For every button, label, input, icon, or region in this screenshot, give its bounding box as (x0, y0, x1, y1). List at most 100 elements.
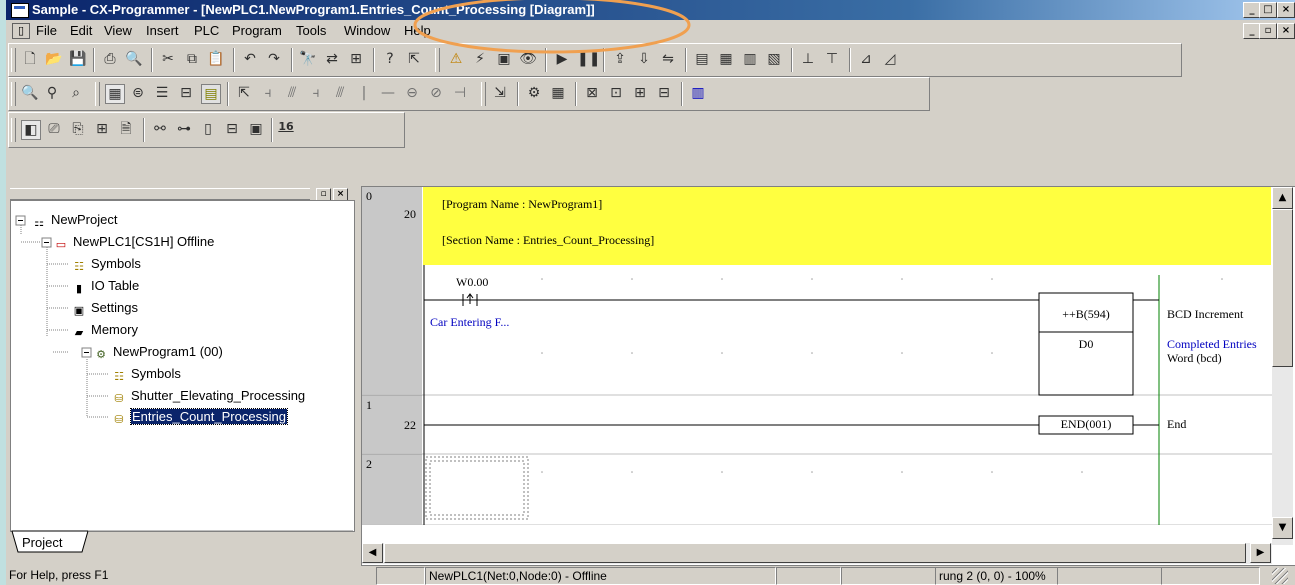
cancel-online-edit-icon[interactable]: ⊡ (607, 84, 625, 102)
paste-icon[interactable]: 📋 (207, 50, 225, 68)
local-symbols-icon[interactable]: ▯ (199, 120, 217, 138)
online-icon[interactable]: ⚡ (471, 50, 489, 68)
redo-icon[interactable]: ↷ (265, 50, 283, 68)
grid-icon[interactable]: ▦ (105, 84, 125, 104)
save-icon[interactable]: 💾 (69, 50, 87, 68)
tree-item-program[interactable]: ⚙ NewProgram1 (00) (93, 344, 223, 362)
nc-coil-icon[interactable]: ⊘ (427, 84, 445, 102)
nc-contact-or-icon[interactable]: ⫻ (331, 84, 349, 102)
tree-item-settings[interactable]: ▣ Settings (71, 300, 138, 318)
tree-item-memory[interactable]: ▰ Memory (71, 322, 138, 340)
maximize-button[interactable]: □ (1259, 2, 1277, 18)
child-restore-button[interactable]: ▫ (1259, 23, 1277, 39)
output-window-icon[interactable]: ⎚ (45, 120, 63, 138)
instruction-icon[interactable]: ⊣ (451, 84, 469, 102)
online-edit-rung-icon[interactable]: ⊟ (655, 84, 673, 102)
address-reference-icon[interactable]: ⊞ (93, 120, 111, 138)
toolbar-grip[interactable] (11, 118, 16, 142)
instruction-mnemonic[interactable]: ++B(594) (1042, 307, 1130, 322)
force-off-icon[interactable]: ⊤ (823, 50, 841, 68)
open-folder-icon[interactable]: 📂 (45, 50, 63, 68)
online-edit-icon[interactable]: ⊠ (583, 84, 601, 102)
menu-insert[interactable]: Insert (146, 23, 179, 38)
horizontal-line-icon[interactable]: — (379, 84, 397, 102)
force-on-icon[interactable]: ⊥ (799, 50, 817, 68)
tree-item-section-entries[interactable]: ⛁ Entries_Count_Processing (111, 408, 288, 427)
tree-item-plc[interactable]: ▭ NewPLC1[CS1H] Offline (53, 234, 215, 252)
instruction-operand[interactable]: D0 (1042, 337, 1130, 352)
end-instruction[interactable]: END(001) (1042, 417, 1130, 432)
app-icon[interactable] (11, 3, 29, 18)
document-icon[interactable]: ▯ (12, 23, 30, 39)
column-view-icon[interactable]: ▥ (689, 84, 707, 102)
project-workspace-icon[interactable]: ◧ (21, 120, 41, 140)
menu-tools[interactable]: Tools (296, 23, 326, 38)
watch-window-icon[interactable]: ⎘ (69, 120, 87, 138)
toolbar-grip[interactable] (11, 82, 16, 106)
help-icon[interactable]: ? (381, 50, 399, 68)
no-contact-icon[interactable]: ⫞ (259, 84, 277, 102)
replace-icon[interactable]: ⇄ (323, 50, 341, 68)
print-preview-icon[interactable]: 🔍 (125, 50, 143, 68)
scroll-down-icon[interactable]: ▼ (1272, 517, 1293, 539)
copy-icon[interactable]: ⧉ (183, 50, 201, 68)
toolbar-grip[interactable] (435, 48, 440, 72)
stop-mode-icon[interactable]: ❚❚ (577, 50, 600, 68)
scroll-right-icon[interactable]: ▶ (1250, 543, 1271, 563)
vertical-line-icon[interactable]: | (355, 84, 373, 102)
compile-all-icon[interactable]: ▦ (549, 84, 567, 102)
toolbar-grip[interactable] (481, 82, 486, 106)
context-help-icon[interactable]: ⇱ (405, 50, 423, 68)
monitor-icon[interactable]: ▣ (495, 50, 513, 68)
program-check-icon[interactable]: ⇲ (491, 84, 509, 102)
select-mode-icon[interactable]: ⇱ (235, 84, 253, 102)
io-monitor-icon[interactable]: ▧ (765, 50, 783, 68)
differential-monitor-icon[interactable]: 👁 (519, 50, 537, 68)
cross-reference-icon[interactable]: ⊞ (347, 50, 365, 68)
menu-window[interactable]: Window (344, 23, 390, 38)
properties-icon[interactable]: 🗎 (117, 120, 135, 138)
tree-item-project[interactable]: ⚏ NewProject (31, 212, 117, 230)
zoom-in-icon[interactable]: 🔍 (21, 84, 39, 102)
warning-icon[interactable]: ⚠ (447, 50, 465, 68)
toolbar-grip[interactable] (11, 48, 16, 72)
data-trace-icon[interactable]: ▦ (717, 50, 735, 68)
close-button[interactable]: × (1277, 2, 1295, 18)
project-tab[interactable]: Project (22, 535, 62, 550)
undo-icon[interactable]: ↶ (241, 50, 259, 68)
nc-contact-icon[interactable]: ⫻ (283, 84, 301, 102)
tree-item-io-table[interactable]: ▮ IO Table (71, 278, 139, 296)
vertical-scrollbar[interactable]: ▲ ▼ (1272, 187, 1293, 545)
zoom-out-icon[interactable]: ⌕ (67, 84, 85, 102)
zoom-fit-icon[interactable]: ⚲ (43, 84, 61, 102)
set-icon[interactable]: ⊿ (857, 50, 875, 68)
scroll-thumb[interactable] (1272, 209, 1293, 367)
child-close-button[interactable]: × (1277, 23, 1295, 39)
scroll-left-icon[interactable]: ◀ (362, 543, 383, 563)
menu-help[interactable]: Help (404, 23, 431, 38)
hex-display-icon[interactable]: 16 (277, 118, 295, 136)
print-icon[interactable]: ⎙ (101, 50, 119, 68)
monitor-window-icon[interactable]: ▤ (201, 84, 221, 104)
io-comment-icon[interactable]: ▣ (247, 120, 265, 138)
hscroll-thumb[interactable] (384, 543, 1246, 563)
menu-file[interactable]: File (36, 23, 57, 38)
transfer-from-plc-icon[interactable]: ⇩ (635, 50, 653, 68)
new-file-icon[interactable]: 🗋 (21, 50, 39, 68)
menu-view[interactable]: View (104, 23, 132, 38)
menu-plc[interactable]: PLC (194, 23, 219, 38)
find-icon[interactable]: 🔭 (299, 50, 317, 68)
reset-icon[interactable]: ◿ (881, 50, 899, 68)
memory-card-icon[interactable]: ▤ (693, 50, 711, 68)
ladder-view-icon[interactable]: ⚯ (151, 120, 169, 138)
menu-edit[interactable]: Edit (70, 23, 92, 38)
scroll-up-icon[interactable]: ▲ (1272, 187, 1293, 209)
toolbar-grip[interactable] (95, 82, 100, 106)
run-mode-icon[interactable]: ▶ (553, 50, 571, 68)
send-changes-icon[interactable]: ⊞ (631, 84, 649, 102)
global-symbols-icon[interactable]: ⊟ (223, 120, 241, 138)
rung-comments-icon[interactable]: ☰ (153, 84, 171, 102)
show-comments-icon[interactable]: ⊜ (129, 84, 147, 102)
cut-icon[interactable]: ✂ (159, 50, 177, 68)
no-contact-or-icon[interactable]: ⫞ (307, 84, 325, 102)
